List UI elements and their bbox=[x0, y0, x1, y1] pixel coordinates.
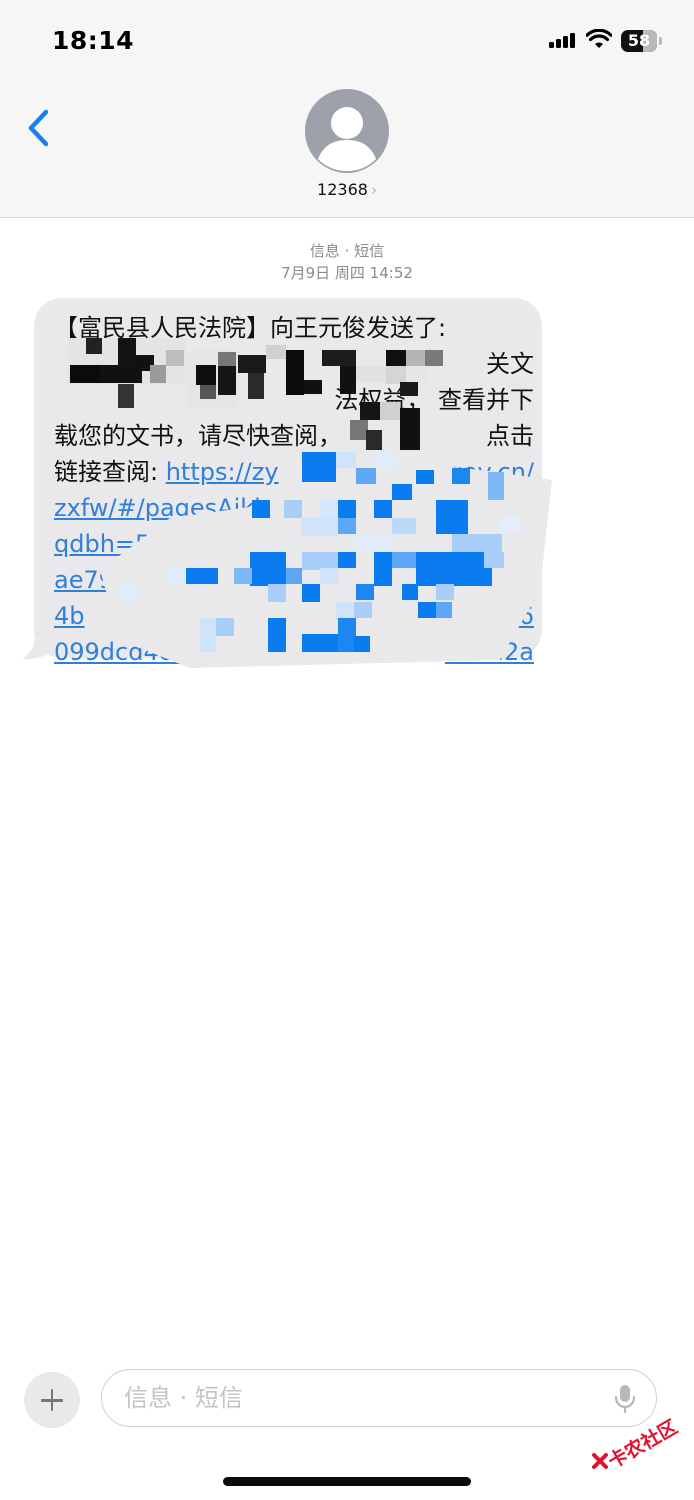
watermark-logo: 卡农社区 bbox=[592, 1415, 681, 1473]
home-indicator[interactable] bbox=[223, 1477, 471, 1486]
redaction-mosaic bbox=[68, 338, 552, 668]
redaction-dark-blocks bbox=[68, 338, 443, 450]
svg-text:卡农社区: 卡农社区 bbox=[604, 1415, 681, 1473]
add-attachment-button[interactable] bbox=[24, 1372, 80, 1428]
message-input[interactable] bbox=[101, 1369, 657, 1427]
